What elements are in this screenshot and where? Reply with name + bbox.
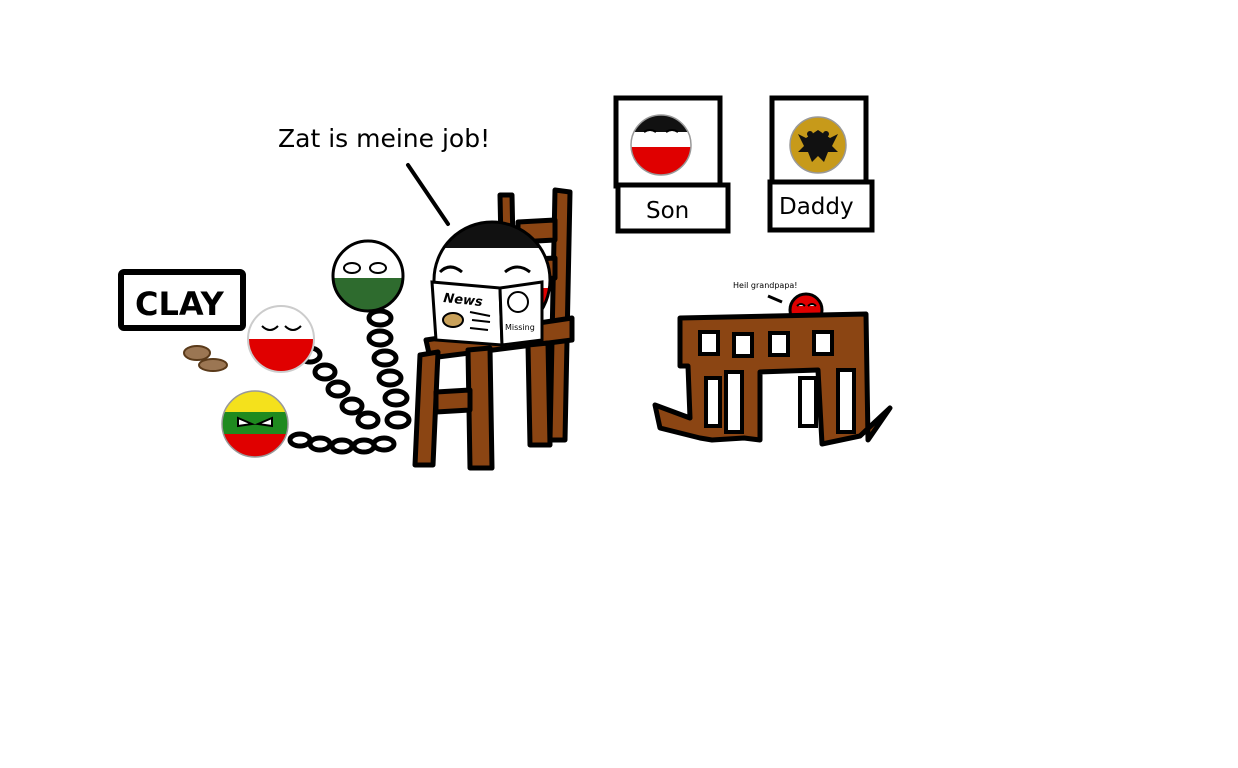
portrait-son: Son bbox=[613, 95, 731, 234]
clay-sign-label: CLAY bbox=[135, 285, 225, 323]
missing-person-icon bbox=[507, 291, 529, 313]
speech-main: Zat is meine job! bbox=[278, 124, 490, 153]
saxony-ball bbox=[331, 239, 405, 313]
speech-small: Heil grandpapa! bbox=[733, 281, 798, 290]
portrait-son-label: Son bbox=[646, 198, 689, 224]
newspaper-missing-caption: Missing bbox=[505, 323, 535, 332]
speech-tail bbox=[406, 163, 450, 226]
portrait-daddy: Daddy bbox=[767, 95, 875, 233]
table bbox=[652, 311, 893, 447]
comic-scene: Zat is meine job! CLAY News Missing Son … bbox=[118, 95, 893, 471]
newspaper: News Missing bbox=[430, 280, 544, 347]
potato-icon bbox=[442, 312, 464, 328]
speech-small-tail bbox=[767, 294, 783, 304]
portrait-daddy-label: Daddy bbox=[779, 194, 854, 220]
lithuania-ball bbox=[221, 390, 289, 458]
clay-sign: CLAY bbox=[118, 269, 246, 331]
clay-lumps-icon bbox=[183, 345, 228, 372]
